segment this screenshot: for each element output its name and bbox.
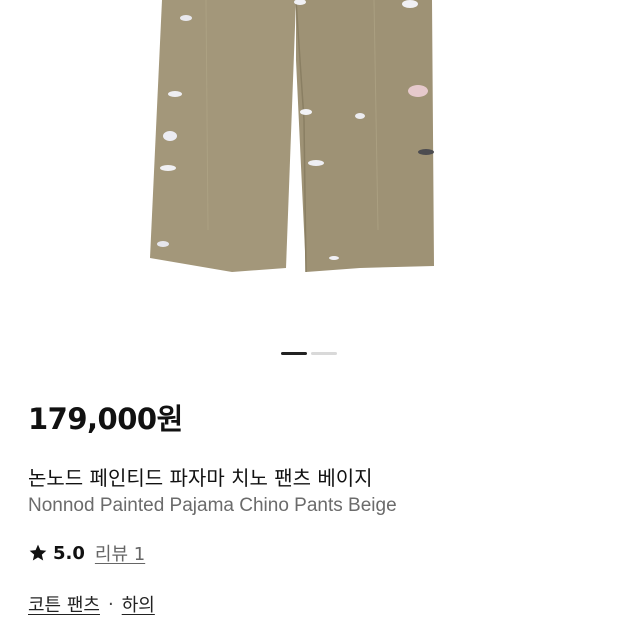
- paint-splatter: [402, 0, 418, 8]
- paint-splatter: [308, 160, 324, 166]
- paint-splatter: [418, 149, 434, 155]
- paint-splatter: [408, 85, 428, 97]
- product-name-english: Nonnod Painted Pajama Chino Pants Beige: [28, 495, 397, 516]
- category-link-cotton-pants[interactable]: 코튼 팬츠: [28, 591, 100, 617]
- paint-splatter: [160, 165, 176, 171]
- paint-splatter: [180, 15, 192, 21]
- product-photo: [150, 0, 434, 273]
- reviews-link[interactable]: 리뷰 1: [95, 540, 145, 566]
- paint-splatter: [157, 241, 169, 247]
- pagination-dot-2[interactable]: [311, 352, 337, 355]
- product-image-gallery[interactable]: [0, 0, 620, 340]
- product-name-korean: 논노드 페인티드 파자마 치노 팬츠 베이지: [28, 466, 373, 490]
- pagination-dot-1[interactable]: [281, 352, 307, 355]
- rating-score: 5.0: [53, 542, 85, 564]
- paint-splatter: [355, 113, 365, 119]
- paint-splatter: [168, 91, 182, 97]
- gallery-pagination[interactable]: [281, 352, 337, 355]
- paint-splatter: [163, 131, 177, 141]
- product-rating: 5.0 리뷰 1: [28, 540, 145, 566]
- pants-right-leg: [296, 0, 434, 272]
- paint-splatter: [329, 256, 339, 260]
- category-breadcrumb: 코튼 팬츠 · 하의: [28, 591, 155, 617]
- category-link-bottoms[interactable]: 하의: [122, 591, 155, 617]
- paint-splatter: [300, 109, 312, 115]
- breadcrumb-separator: ·: [107, 593, 114, 615]
- star-icon: [29, 544, 47, 561]
- product-price: 179,000원: [28, 402, 183, 436]
